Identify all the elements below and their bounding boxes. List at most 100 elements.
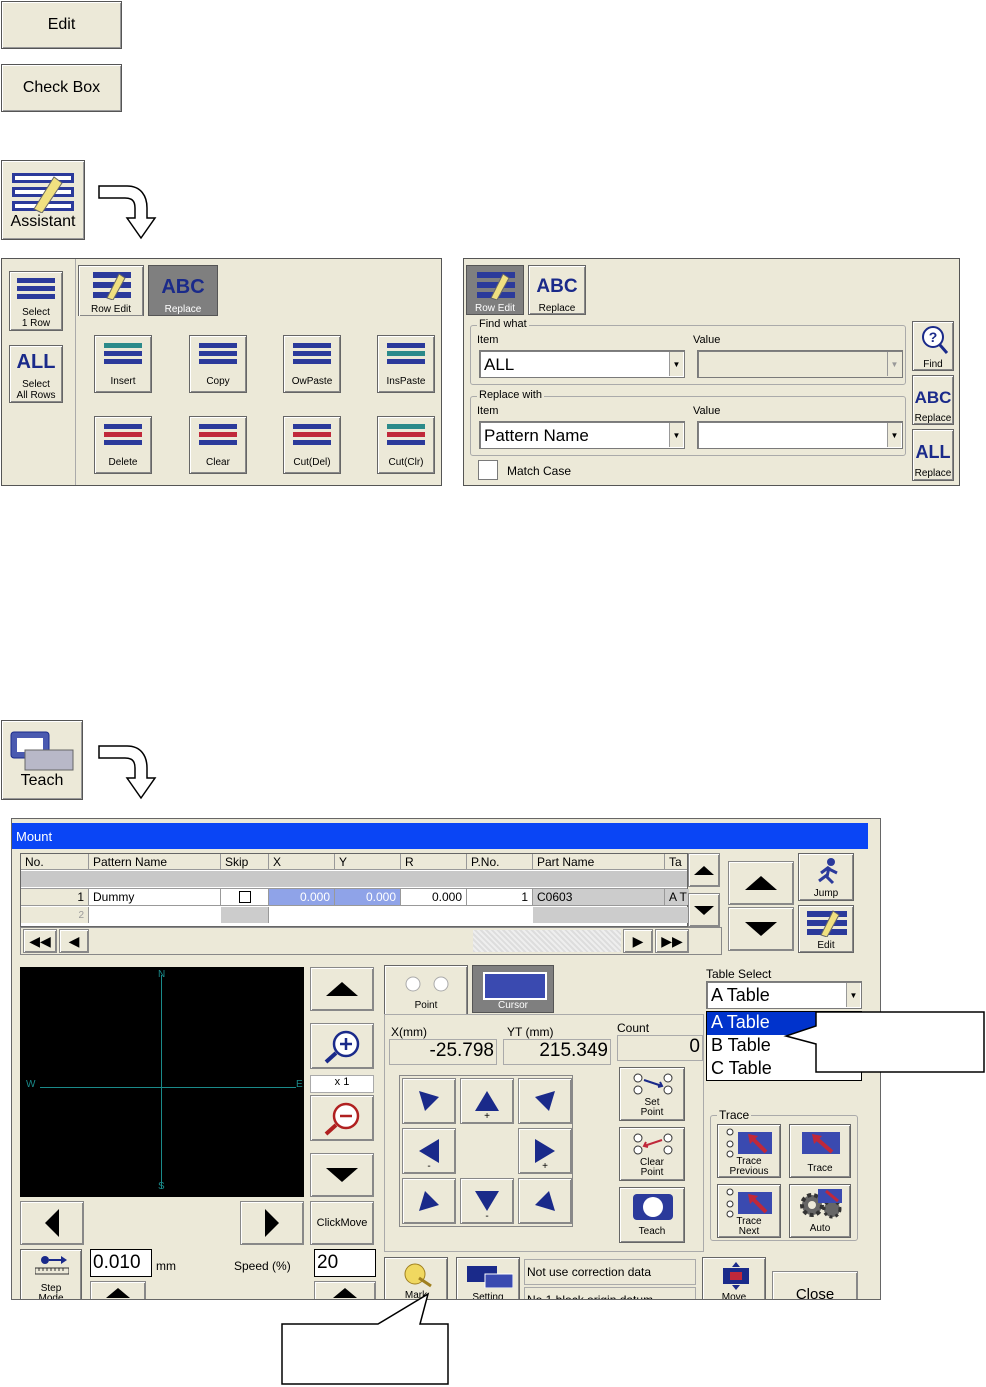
camera-up-button[interactable] bbox=[310, 967, 374, 1011]
row-skip[interactable] bbox=[221, 889, 269, 905]
jog-right-button[interactable]: + bbox=[518, 1128, 572, 1174]
cut-del-button[interactable]: Cut(Del) bbox=[283, 416, 341, 474]
step-value-input[interactable]: 0.010 bbox=[90, 1249, 152, 1277]
tab-replace[interactable]: ABC Replace bbox=[528, 265, 586, 315]
find-item-select[interactable]: ALL ▼ bbox=[479, 350, 685, 378]
step-up-button[interactable] bbox=[90, 1281, 146, 1299]
first-record-button[interactable]: ◀◀ bbox=[23, 929, 57, 953]
match-case-checkbox[interactable] bbox=[478, 460, 498, 480]
scroll-up-button[interactable] bbox=[688, 853, 720, 887]
camera-left-button[interactable] bbox=[20, 1201, 84, 1245]
row-r[interactable]: 0.000 bbox=[401, 889, 467, 905]
replace-value-select[interactable]: ▼ bbox=[697, 421, 903, 449]
zoom-out-button[interactable] bbox=[310, 1095, 374, 1141]
owpaste-button[interactable]: OwPaste bbox=[283, 335, 341, 393]
jog-up-right-button[interactable] bbox=[518, 1078, 572, 1124]
edit-button[interactable]: Edit bbox=[1, 1, 122, 49]
step-mode-button[interactable]: Step Mode bbox=[20, 1249, 82, 1299]
jog-down-right-button[interactable] bbox=[518, 1178, 572, 1224]
clear-button[interactable]: Clear bbox=[189, 416, 247, 474]
row-up-button[interactable] bbox=[728, 861, 794, 905]
scroll-down-button[interactable] bbox=[688, 893, 720, 927]
camera-right-button[interactable] bbox=[240, 1201, 304, 1245]
col-r: R bbox=[401, 854, 467, 869]
setting-button[interactable]: Setting bbox=[456, 1257, 520, 1299]
replace-item-select[interactable]: Pattern Name ▼ bbox=[479, 421, 685, 449]
jog-left-button[interactable]: - bbox=[402, 1128, 456, 1174]
chevron-down-icon[interactable]: ▼ bbox=[846, 983, 860, 1007]
replace-item-label: Item bbox=[477, 405, 499, 417]
trace-previous-button[interactable]: Trace Previous bbox=[717, 1124, 781, 1178]
delete-button[interactable]: Delete bbox=[94, 416, 152, 474]
chevron-down-icon[interactable]: ▼ bbox=[669, 352, 683, 376]
mount-window: Mount No. Pattern Name Skip X Y R P.No. … bbox=[11, 818, 881, 1300]
row-down-button[interactable] bbox=[728, 907, 794, 951]
find-value-select[interactable]: ▼ bbox=[697, 350, 903, 378]
select-all-rows-button[interactable]: ALL Select All Rows bbox=[9, 345, 63, 403]
chevron-down-icon[interactable]: ▼ bbox=[887, 423, 901, 447]
last-record-button[interactable]: ▶▶ bbox=[655, 929, 689, 953]
replace-all-button[interactable]: ALL Replace bbox=[912, 429, 954, 481]
record-scrollbar[interactable]: ◀◀ ◀ ▶ ▶▶ bbox=[20, 927, 722, 955]
prev-record-button[interactable]: ◀ bbox=[59, 929, 89, 953]
chevron-down-icon[interactable]: ▼ bbox=[669, 423, 683, 447]
set-point-button[interactable]: Set Point bbox=[619, 1067, 685, 1121]
compass-e: E bbox=[296, 1079, 303, 1090]
auto-button[interactable]: Auto bbox=[789, 1184, 851, 1238]
tab-replace[interactable]: ABC Replace bbox=[148, 265, 218, 316]
row-part-name[interactable] bbox=[533, 907, 689, 923]
clear-point-button[interactable]: Clear Point bbox=[619, 1127, 685, 1181]
row-part-name[interactable]: C0603 bbox=[533, 889, 665, 905]
camera-down-button[interactable] bbox=[310, 1153, 374, 1197]
table-row[interactable]: 2 bbox=[21, 907, 689, 923]
row-p-no[interactable]: 1 bbox=[467, 889, 533, 905]
jog-down-left-button[interactable] bbox=[402, 1178, 456, 1224]
point-icon bbox=[405, 976, 449, 992]
inspaste-label: InsPaste bbox=[386, 376, 426, 387]
trace-next-button[interactable]: Trace Next bbox=[717, 1184, 781, 1238]
move-label: Move bbox=[721, 1292, 747, 1300]
row-skip[interactable] bbox=[221, 907, 269, 923]
col-part-name: Part Name bbox=[533, 854, 665, 869]
edit-button[interactable]: Edit bbox=[798, 905, 854, 953]
find-button[interactable]: ? Find bbox=[912, 321, 954, 371]
tab-row-edit[interactable]: Row Edit bbox=[78, 265, 144, 316]
tab-cursor[interactable]: Cursor bbox=[472, 965, 554, 1013]
cut-clr-button[interactable]: Cut(Clr) bbox=[377, 416, 435, 474]
teach-button[interactable]: Teach bbox=[1, 720, 83, 800]
tab-point[interactable]: Point bbox=[384, 965, 468, 1015]
jog-down-button[interactable]: - bbox=[460, 1178, 514, 1224]
mark-icon bbox=[404, 1263, 432, 1288]
trace-button[interactable]: Trace bbox=[789, 1124, 851, 1178]
replace-button[interactable]: ABC Replace bbox=[912, 375, 954, 425]
teach-action-button[interactable]: Teach bbox=[619, 1187, 685, 1243]
jump-button[interactable]: Jump bbox=[798, 853, 854, 901]
skip-checkbox[interactable] bbox=[238, 891, 251, 903]
table-select-dropdown[interactable]: A Table ▼ bbox=[706, 981, 862, 1009]
check-box-button[interactable]: Check Box bbox=[1, 64, 122, 112]
speed-input[interactable]: 20 bbox=[314, 1249, 376, 1277]
select-1-row-button[interactable]: Select 1 Row bbox=[9, 271, 63, 331]
inspaste-button[interactable]: InsPaste bbox=[377, 335, 435, 393]
camera-view[interactable]: N S W E bbox=[20, 967, 304, 1197]
copy-button[interactable]: Copy bbox=[189, 335, 247, 393]
next-record-button[interactable]: ▶ bbox=[623, 929, 653, 953]
assistant-icon bbox=[12, 173, 74, 213]
close-button[interactable]: Close bbox=[772, 1271, 858, 1299]
row-x[interactable]: 0.000 bbox=[269, 889, 335, 905]
scroll-track[interactable] bbox=[473, 930, 621, 952]
row-pattern-name[interactable]: Dummy bbox=[89, 889, 221, 905]
row-y[interactable]: 0.000 bbox=[335, 889, 401, 905]
chevron-down-icon[interactable]: ▼ bbox=[887, 352, 901, 376]
yt-label: YT (mm) bbox=[507, 1025, 554, 1039]
row-ta[interactable]: A T bbox=[665, 889, 689, 905]
move-button[interactable]: Move bbox=[702, 1257, 766, 1300]
jog-up-left-button[interactable] bbox=[402, 1078, 456, 1124]
assistant-button[interactable]: Assistant bbox=[1, 160, 85, 240]
tab-row-edit[interactable]: Row Edit bbox=[466, 265, 524, 315]
insert-button[interactable]: Insert bbox=[94, 335, 152, 393]
table-row[interactable]: 1 Dummy 0.000 0.000 0.000 1 C0603 A T bbox=[21, 888, 689, 906]
jog-up-button[interactable]: + bbox=[460, 1078, 514, 1124]
click-move-button[interactable]: ClickMove bbox=[310, 1201, 374, 1245]
zoom-in-button[interactable] bbox=[310, 1023, 374, 1069]
